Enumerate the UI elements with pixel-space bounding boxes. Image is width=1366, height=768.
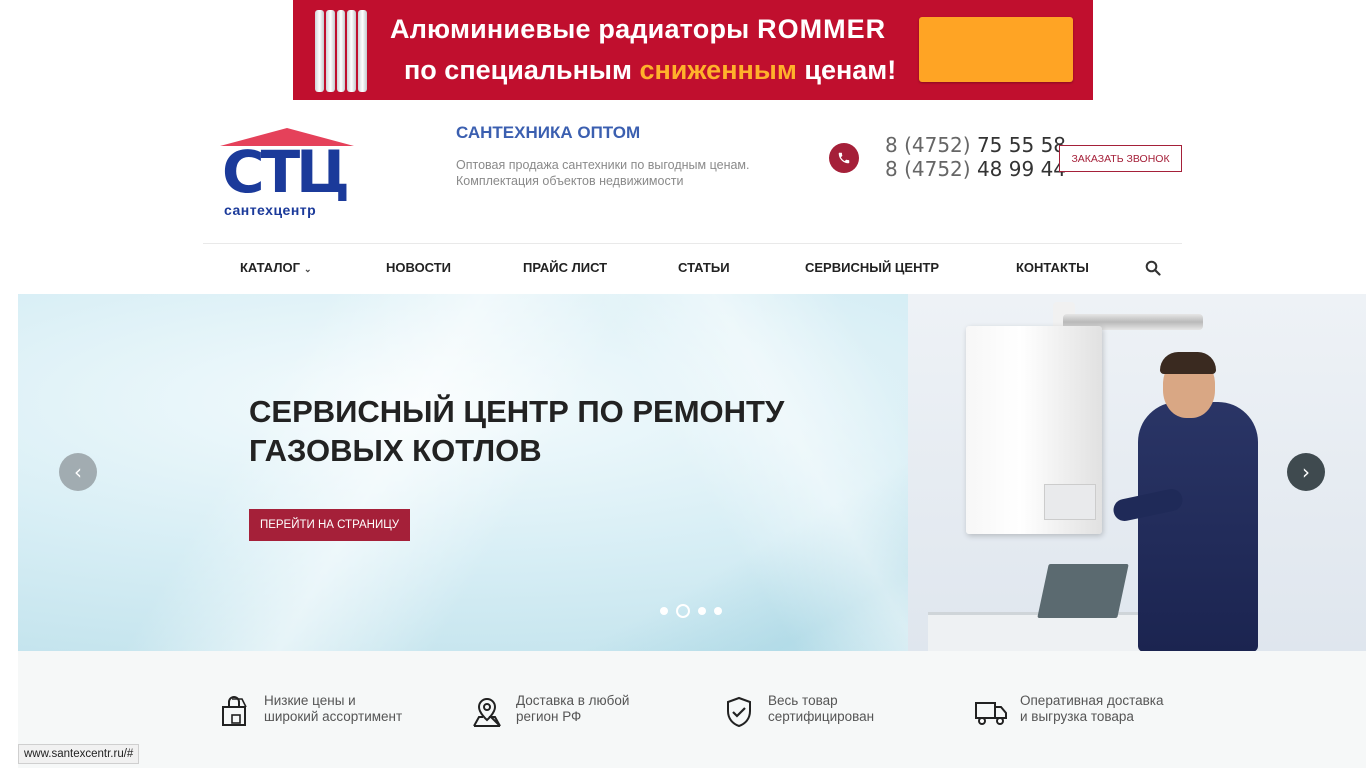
site-description-line1: Оптовая продажа сантехники по выгодным ц… <box>456 158 750 172</box>
nav-item-articles[interactable]: СТАТЬИ <box>678 250 730 286</box>
site-description-line2: Комплектация объектов недвижимости <box>456 174 684 188</box>
banner-line2-prefix: по специальным <box>404 55 632 85</box>
nav-item-catalog[interactable]: КАТАЛОГ ⌄ <box>240 250 312 286</box>
promo-banner[interactable]: Алюминиевые радиаторы ROMMER по специаль… <box>293 0 1093 100</box>
feature-item: Доставка в любой регион РФ <box>470 693 629 729</box>
phone-code: 8 (4752) <box>885 133 971 157</box>
logo-subtitle: сантехцентр <box>224 202 317 218</box>
logo-letters: СТЦ <box>222 138 350 206</box>
phone-number: 48 99 44 <box>976 157 1067 181</box>
slider-pagination <box>660 604 722 618</box>
chevron-right-icon: › <box>1302 460 1310 484</box>
go-to-page-button[interactable]: ПЕРЕЙТИ НА СТРАНИЦУ <box>249 509 410 541</box>
hero-slider: СЕРВИСНЫЙ ЦЕНТР ПО РЕМОНТУ ГАЗОВЫХ КОТЛО… <box>18 294 1366 651</box>
feature-line1: Оперативная доставка <box>1020 693 1164 708</box>
banner-line2: по специальным сниженным ценам! <box>404 55 896 86</box>
feature-line2: и выгрузка товара <box>1020 709 1134 724</box>
feature-item: Оперативная доставка и выгрузка товара <box>974 693 1164 729</box>
nav-item-news[interactable]: НОВОСТИ <box>386 250 451 286</box>
feature-line1: Доставка в любой <box>516 693 630 708</box>
shopping-bag-icon <box>218 695 252 729</box>
map-pin-icon <box>470 695 504 729</box>
slider-dot-2[interactable] <box>676 604 690 618</box>
banner-line2-suffix: ценам! <box>804 55 897 85</box>
nav-item-contacts[interactable]: КОНТАКТЫ <box>1016 250 1089 286</box>
feature-line2: широкий ассортимент <box>264 709 403 724</box>
phone-line-1[interactable]: 8 (4752) 75 55 58 <box>885 133 1066 157</box>
site-logo[interactable]: СТЦ сантехцентр <box>220 128 355 223</box>
banner-line1-text: Алюминиевые радиаторы <box>390 14 750 44</box>
chevron-down-icon: ⌄ <box>303 264 312 274</box>
phone-line-2[interactable]: 8 (4752) 48 99 44 <box>885 157 1066 181</box>
feature-line2: сертифицирован <box>768 709 875 724</box>
truck-icon <box>974 695 1008 729</box>
phone-icon <box>829 143 859 173</box>
shield-check-icon <box>722 695 756 729</box>
nav-item-price-list[interactable]: ПРАЙС ЛИСТ <box>523 250 607 286</box>
slide-title: СЕРВИСНЫЙ ЦЕНТР ПО РЕМОНТУ ГАЗОВЫХ КОТЛО… <box>249 392 869 470</box>
slide-title-line2: ГАЗОВЫХ КОТЛОВ <box>249 433 542 468</box>
banner-brand: ROMMER <box>757 14 887 44</box>
radiator-image <box>315 10 367 92</box>
nav-item-label: КАТАЛОГ <box>240 260 300 275</box>
features-strip: Низкие цены и широкий ассортимент Достав… <box>18 651 1366 768</box>
feature-line1: Низкие цены и <box>264 693 356 708</box>
slider-dot-4[interactable] <box>714 607 722 615</box>
site-title: САНТЕХНИКА ОПТОМ <box>456 123 641 142</box>
header-divider <box>203 243 1182 244</box>
feature-line2: регион РФ <box>516 709 582 724</box>
search-icon[interactable] <box>1145 260 1161 276</box>
gas-boiler-image <box>966 326 1102 534</box>
slider-prev-button[interactable]: ‹ <box>59 453 97 491</box>
chevron-left-icon: ‹ <box>74 460 82 484</box>
technician-image <box>1138 402 1258 651</box>
banner-line2-highlight: сниженным <box>639 55 797 85</box>
slider-next-button[interactable]: › <box>1287 453 1325 491</box>
slide-title-line1: СЕРВИСНЫЙ ЦЕНТР ПО РЕМОНТУ <box>249 394 785 429</box>
phone-numbers: 8 (4752) 75 55 58 8 (4752) 48 99 44 <box>885 133 1066 181</box>
feature-item: Низкие цены и широкий ассортимент <box>218 693 402 729</box>
phone-code: 8 (4752) <box>885 157 971 181</box>
feature-line1: Весь товар <box>768 693 838 708</box>
laptop-image <box>1037 564 1129 618</box>
site-description: Оптовая продажа сантехники по выгодным ц… <box>456 157 796 189</box>
slider-dot-3[interactable] <box>698 607 706 615</box>
slider-dot-1[interactable] <box>660 607 668 615</box>
main-nav: КАТАЛОГ ⌄ НОВОСТИ ПРАЙС ЛИСТ СТАТЬИ СЕРВИ… <box>203 250 1182 286</box>
nav-item-service-center[interactable]: СЕРВИСНЫЙ ЦЕНТР <box>805 250 939 286</box>
phone-number: 75 55 58 <box>976 133 1067 157</box>
banner-cta-button[interactable] <box>919 17 1073 82</box>
request-callback-button[interactable]: ЗАКАЗАТЬ ЗВОНОК <box>1059 145 1182 172</box>
browser-status-url: www.santexcentr.ru/# <box>18 744 140 764</box>
feature-item: Весь товар сертифицирован <box>722 693 874 729</box>
banner-line1: Алюминиевые радиаторы ROMMER <box>390 14 886 45</box>
